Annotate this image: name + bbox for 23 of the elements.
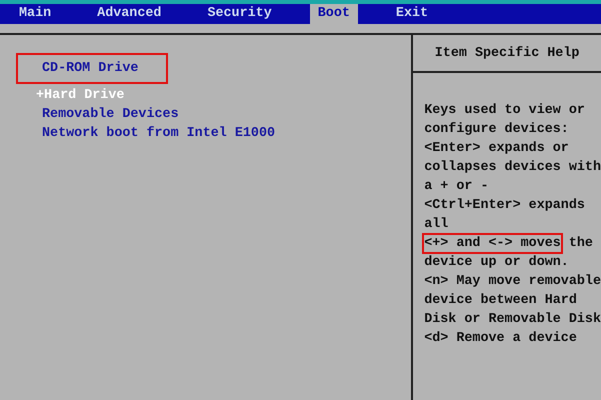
help-text: <+> and <-> moves	[422, 233, 563, 254]
menu-tab[interactable]: Security	[199, 4, 280, 24]
help-text: <Enter> expands or	[424, 140, 569, 158]
menu-tab[interactable]: Advanced	[89, 4, 170, 24]
help-text: configure devices:	[424, 121, 569, 139]
help-text: collapses devices with	[424, 159, 601, 177]
help-text: Keys used to view or	[424, 102, 585, 120]
help-text: a + or -	[424, 178, 488, 196]
help-text: <d> Remove a device	[424, 330, 577, 348]
help-text: <Ctrl+Enter> expands	[424, 197, 585, 215]
help-text: device up or down.	[424, 254, 569, 272]
help-text: all	[424, 216, 448, 234]
help-text: device between Hard	[424, 292, 577, 310]
help-title: Item Specific Help	[434, 44, 580, 62]
menu-tab[interactable]: Boot	[310, 4, 358, 24]
help-text: Disk or Removable Disk	[424, 311, 601, 329]
boot-device-item[interactable]: Network boot from Intel E1000	[42, 124, 276, 143]
help-text: <n> May move removable	[424, 273, 601, 291]
boot-device-item[interactable]: Removable Devices	[42, 105, 179, 124]
menu-tab[interactable]: Exit	[388, 4, 436, 24]
boot-device-item[interactable]: CD-ROM Drive	[16, 53, 168, 84]
menu-tab[interactable]: Main	[11, 4, 60, 24]
help-text: the	[568, 235, 593, 253]
